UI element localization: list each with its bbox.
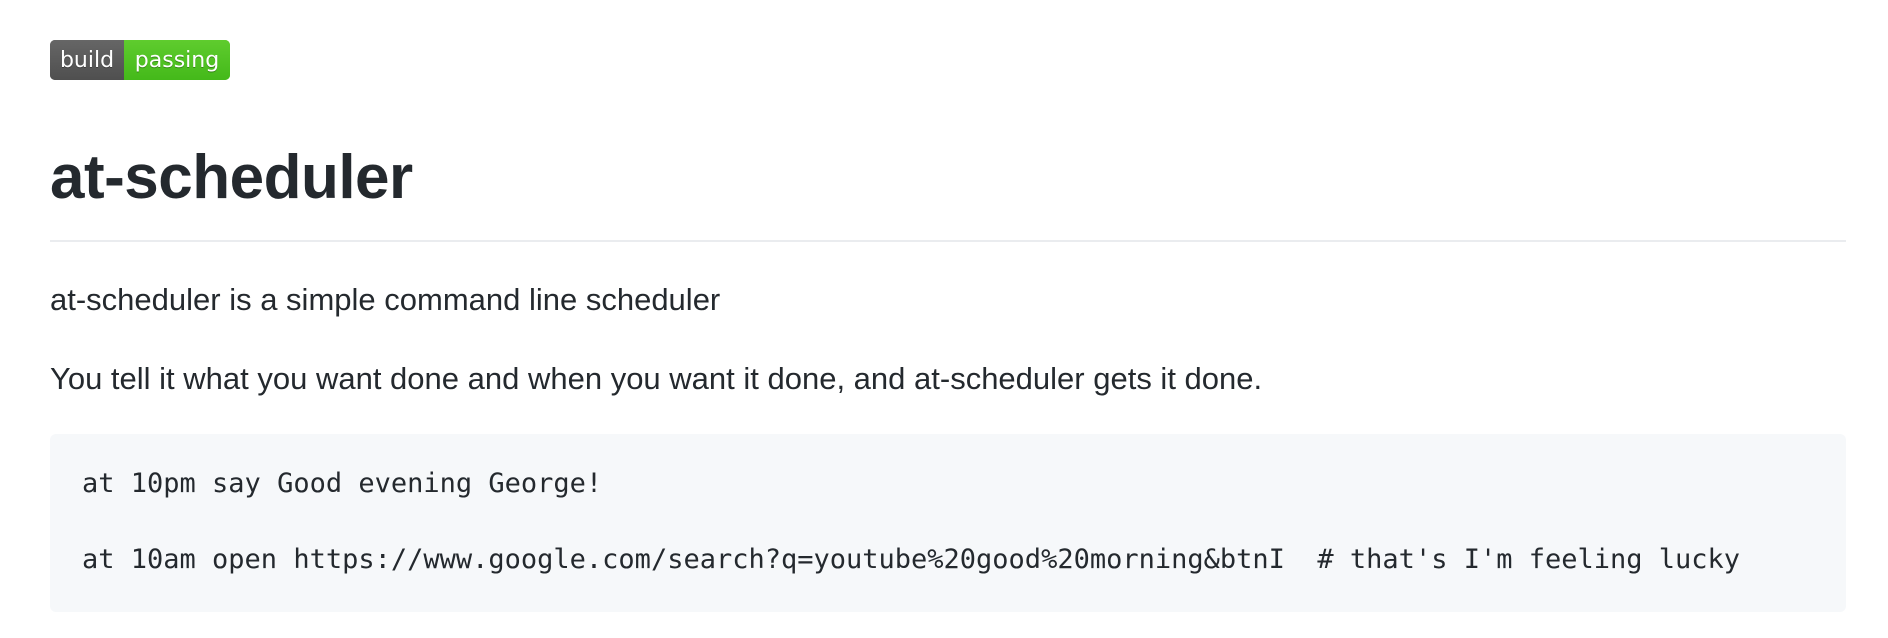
title-divider	[50, 240, 1846, 242]
build-status-badge[interactable]: build passing	[50, 40, 230, 80]
code-block: at 10pm say Good evening George! at 10am…	[50, 434, 1846, 612]
usage-paragraph: You tell it what you want done and when …	[50, 361, 1263, 396]
badge-status: passing	[124, 40, 230, 80]
code-line: at 10am open https://www.google.com/sear…	[82, 544, 1741, 575]
description-paragraph: at-scheduler is a simple command line sc…	[50, 282, 721, 317]
badge-label: build	[50, 40, 124, 80]
code-line: at 10pm say Good evening George!	[82, 468, 603, 499]
page-title: at-scheduler	[50, 143, 413, 212]
